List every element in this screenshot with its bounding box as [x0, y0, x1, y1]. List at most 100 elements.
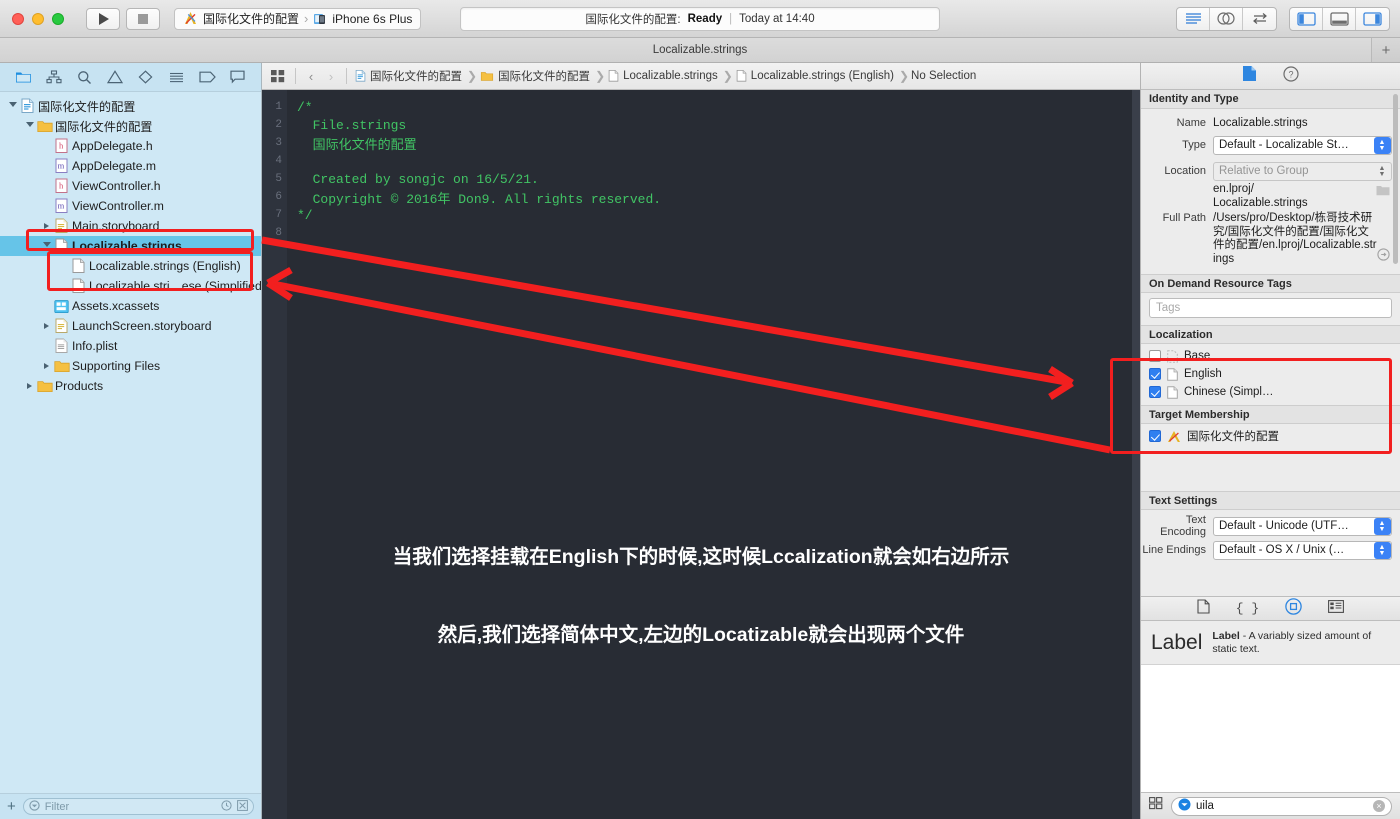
toggle-utilities-button[interactable]: [1356, 8, 1389, 30]
active-tab-title[interactable]: Localizable.strings: [653, 44, 748, 56]
disclosure-triangle-icon[interactable]: [23, 122, 36, 130]
code-editor[interactable]: 1/* 2 File.strings 3 国际化文件的配置 4 5 Created by…: [262, 90, 1140, 819]
text-encoding-stepper-icon[interactable]: ▲ ▼: [1373, 518, 1391, 535]
tag-navigator-icon[interactable]: [196, 67, 218, 87]
media-library-icon[interactable]: [1328, 599, 1345, 618]
traffic-lights: [12, 12, 64, 25]
standard-editor-button[interactable]: [1177, 7, 1210, 30]
hierarchy-navigator-icon[interactable]: [43, 67, 65, 87]
toggle-debug-area-button[interactable]: [1323, 7, 1356, 30]
add-file-button[interactable]: +: [7, 799, 16, 814]
type-stepper-icon[interactable]: ▲ ▼: [1373, 137, 1391, 154]
disclosure-triangle-icon[interactable]: [40, 242, 53, 250]
breadcrumb-item-3[interactable]: Localizable.strings (English) ❯: [735, 68, 911, 84]
localization-row-0[interactable]: Base: [1141, 347, 1400, 365]
localization-row-1[interactable]: English: [1141, 365, 1400, 383]
line-text: */: [297, 207, 313, 223]
editor-scrollbar[interactable]: [1132, 90, 1140, 819]
localization-row-2[interactable]: Chinese (Simpl…: [1141, 383, 1400, 401]
list-item[interactable]: Label Label - A variably sized amount of…: [1141, 621, 1400, 665]
navigator-row-13[interactable]: Supporting Files: [0, 356, 261, 376]
navigator-row-6[interactable]: Main.storyboard: [0, 216, 261, 236]
navigate-back-button[interactable]: ‹: [303, 69, 319, 84]
type-popup-button[interactable]: Default - Localizable St… ▲ ▼: [1213, 135, 1392, 155]
disclosure-triangle-icon[interactable]: [40, 323, 53, 329]
source-control-filter-icon[interactable]: [237, 799, 248, 814]
object-library-icon[interactable]: [1285, 597, 1302, 620]
target-membership-row-0[interactable]: 国际化文件的配置: [1141, 427, 1400, 445]
test-navigator-icon[interactable]: [165, 67, 187, 87]
file-template-library-icon[interactable]: [1197, 598, 1210, 619]
code-snippet-library-icon[interactable]: { }: [1236, 601, 1259, 616]
navigator-row-12[interactable]: Info.plist: [0, 336, 261, 356]
localization-checkbox[interactable]: [1149, 368, 1161, 380]
navigator-row-2[interactable]: h AppDelegate.h: [0, 136, 261, 156]
recent-files-icon[interactable]: [221, 799, 232, 814]
stop-icon: [138, 13, 148, 24]
breadcrumb-item-4[interactable]: No Selection: [911, 70, 976, 82]
line-endings-stepper-icon[interactable]: ▲ ▼: [1373, 542, 1391, 559]
open-path-icon[interactable]: [1377, 248, 1390, 266]
line-endings-popup-button[interactable]: Default - OS X / Unix (… ▲ ▼: [1213, 540, 1392, 560]
navigator-filter-input[interactable]: Filter: [22, 798, 254, 815]
navigator-row-11[interactable]: LaunchScreen.storyboard: [0, 316, 261, 336]
add-tab-button[interactable]: +: [1371, 38, 1400, 62]
navigator-row-9[interactable]: Localizable.stri…ese (Simplified): [0, 276, 261, 296]
reveal-in-finder-icon[interactable]: [1376, 183, 1390, 201]
navigator-row-0[interactable]: 国际化文件的配置: [0, 96, 261, 116]
file-inspector-icon[interactable]: [1242, 65, 1257, 87]
run-button[interactable]: [86, 7, 120, 30]
navigator-row-10[interactable]: Assets.xcassets: [0, 296, 261, 316]
source-lines: 1/* 2 File.strings 3 国际化文件的配置 4 5 Created by…: [262, 98, 1140, 242]
breakpoint-navigator-icon[interactable]: [135, 67, 157, 87]
navigator-row-4[interactable]: h ViewController.h: [0, 176, 261, 196]
navigate-forward-button[interactable]: ›: [323, 69, 339, 84]
zoom-button[interactable]: [52, 12, 64, 25]
toggle-navigator-button[interactable]: [1290, 7, 1323, 30]
navigator-row-label: ViewController.h: [72, 179, 161, 193]
stop-button[interactable]: [126, 7, 160, 30]
text-encoding-popup-button[interactable]: Default - Unicode (UTF… ▲ ▼: [1213, 516, 1392, 536]
report-navigator-icon[interactable]: [227, 67, 249, 87]
location-popup-button[interactable]: Relative to Group ▲ ▼: [1213, 161, 1392, 181]
close-button[interactable]: [12, 12, 24, 25]
search-navigator-icon[interactable]: [74, 67, 96, 87]
breadcrumb-item-2[interactable]: Localizable.strings ❯: [607, 68, 735, 84]
navigator-row-7[interactable]: Localizable.strings: [0, 236, 261, 256]
target-membership-label: 国际化文件的配置: [1187, 431, 1279, 443]
section-target-membership: Target Membership: [1141, 405, 1400, 424]
breadcrumb-item-0[interactable]: 国际化文件的配置 ❯: [354, 68, 479, 84]
localization-checkbox[interactable]: [1149, 386, 1161, 398]
quick-help-icon[interactable]: ?: [1283, 65, 1299, 87]
navigator-row-1[interactable]: 国际化文件的配置: [0, 116, 261, 136]
minimize-button[interactable]: [32, 12, 44, 25]
location-stepper-icon[interactable]: ▲ ▼: [1374, 163, 1391, 180]
disclosure-triangle-icon[interactable]: [23, 383, 36, 389]
resource-tags-input[interactable]: Tags: [1149, 298, 1392, 318]
editor-area: ‹ › 国际化文件的配置 ❯ 国际化文件的配置 ❯ Localizable.strin…: [262, 63, 1140, 819]
assistant-editor-button[interactable]: [1210, 7, 1243, 30]
navigator-row-5[interactable]: m ViewController.m: [0, 196, 261, 216]
issue-navigator-icon[interactable]: [104, 67, 126, 87]
project-navigator-icon[interactable]: [12, 67, 34, 87]
version-editor-button[interactable]: [1243, 8, 1276, 30]
line-number: 3: [275, 137, 282, 149]
localization-checkbox[interactable]: [1149, 350, 1161, 362]
line-endings-label: Line Endings: [1142, 544, 1206, 556]
disclosure-triangle-icon[interactable]: [40, 223, 53, 229]
breadcrumb-item-1[interactable]: 国际化文件的配置 ❯: [479, 68, 607, 84]
scheme-selector[interactable]: 国际化文件的配置 › iPhone 6s Plus: [174, 7, 422, 30]
disclosure-triangle-icon[interactable]: [40, 363, 53, 369]
grid-icon[interactable]: [1149, 797, 1163, 815]
library-search-input[interactable]: uila ×: [1171, 796, 1392, 816]
clear-search-icon[interactable]: ×: [1373, 800, 1385, 812]
object-library-list[interactable]: Label Label - A variably sized amount of…: [1141, 621, 1400, 792]
inspector-scrollbar[interactable]: [1393, 94, 1398, 264]
target-membership-checkbox[interactable]: [1149, 430, 1161, 442]
disclosure-triangle-icon[interactable]: [6, 102, 19, 110]
navigator-row-3[interactable]: m AppDelegate.m: [0, 156, 261, 176]
related-items-icon[interactable]: [268, 69, 288, 83]
navigator-row-8[interactable]: Localizable.strings (English): [0, 256, 261, 276]
text-encoding-row: Text Encoding Default - Unicode (UTF… ▲ ▼: [1141, 514, 1392, 538]
navigator-row-14[interactable]: Products: [0, 376, 261, 396]
